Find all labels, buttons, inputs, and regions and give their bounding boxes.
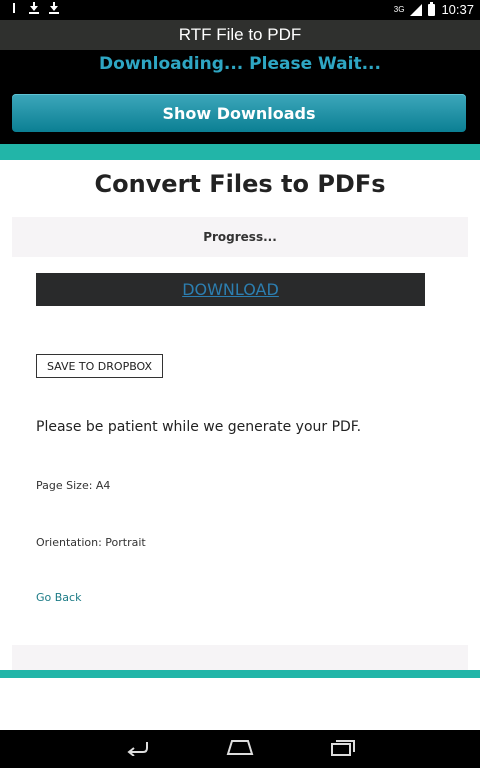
status-bar: 3G 10:37 xyxy=(0,0,480,20)
recent-apps-icon[interactable] xyxy=(330,738,358,756)
show-downloads-button[interactable]: Show Downloads xyxy=(12,94,466,132)
network-type-label: 3G xyxy=(393,5,405,14)
go-back-link[interactable]: Go Back xyxy=(36,591,81,604)
page-size-info: Page Size: A4 xyxy=(36,479,111,492)
download-box: DOWNLOAD xyxy=(36,273,425,306)
app-title: RTF File to PDF xyxy=(0,20,480,50)
signal-icon xyxy=(410,3,423,16)
accent-bar-bottom xyxy=(0,670,480,678)
page-title: Convert Files to PDFs xyxy=(94,170,386,198)
downloading-text: Downloading... Please Wait... xyxy=(99,54,381,74)
download-icon xyxy=(48,1,60,15)
status-right-icons: 3G 10:37 xyxy=(393,1,474,17)
battery-icon xyxy=(428,1,436,16)
patient-message: Please be patient while we generate your… xyxy=(36,419,362,435)
save-to-dropbox-button[interactable]: SAVE TO DROPBOX xyxy=(36,354,163,378)
navigation-bar xyxy=(0,730,480,768)
progress-label: Progress... xyxy=(203,230,277,244)
usb-icon xyxy=(8,1,20,15)
status-left-icons xyxy=(8,1,60,15)
back-icon[interactable] xyxy=(125,738,151,756)
orientation-info: Orientation: Portrait xyxy=(36,536,146,549)
download-link[interactable]: DOWNLOAD xyxy=(182,280,279,299)
home-icon[interactable] xyxy=(226,738,254,756)
accent-bar-top xyxy=(0,144,480,160)
status-time: 10:37 xyxy=(441,2,474,17)
download-icon xyxy=(28,1,40,15)
bottom-panel xyxy=(12,645,468,670)
progress-panel: Progress... xyxy=(12,217,468,257)
